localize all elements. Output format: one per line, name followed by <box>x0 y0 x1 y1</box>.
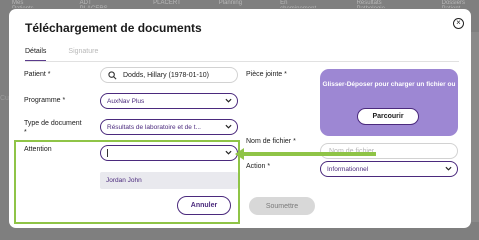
chevron-down-icon <box>225 98 232 103</box>
bg-tab: Planning <box>218 0 243 6</box>
attachment-label: Pièce jointe * <box>246 71 287 78</box>
annotation-arrow <box>243 152 376 156</box>
bg-tab: En cheminement <box>280 0 316 8</box>
bg-tab: PLACERT <box>153 0 181 6</box>
annotation-arrow-head <box>235 148 244 160</box>
chevron-down-icon <box>225 124 232 129</box>
tab-details[interactable]: Détails <box>25 48 47 61</box>
dropzone-text: Glisser-Déposer pour charger un fichier … <box>322 81 456 88</box>
bg-tab: ADT PLACERS <box>79 0 108 8</box>
search-icon <box>108 70 117 79</box>
background-tabs: Mes Patients ADT PLACERS PLACERT Plannin… <box>0 0 479 8</box>
action-label: Action * <box>246 163 271 170</box>
programme-label: Programme * <box>24 97 66 104</box>
highlight-box <box>14 140 240 224</box>
upload-documents-modal: Téléchargement de documents × Détails Si… <box>9 9 471 228</box>
bg-tab: Mes Patients <box>12 0 34 8</box>
document-type-select[interactable]: Résultats de laboratoire et de t... <box>100 119 238 135</box>
action-value: Informationnel <box>327 165 369 173</box>
modal-title: Téléchargement de documents <box>25 21 202 35</box>
close-icon: × <box>456 18 461 27</box>
programme-select[interactable]: AuxNav Plus <box>100 93 238 109</box>
close-button[interactable]: × <box>453 18 464 29</box>
modal-tabs: Détails Signature <box>25 48 98 61</box>
browse-button[interactable]: Parcourir <box>357 108 419 125</box>
file-dropzone[interactable]: Glisser-Déposer pour charger un fichier … <box>320 69 458 136</box>
bg-tab: Résultats Pathologie <box>356 0 385 8</box>
patient-search-input[interactable]: Dodds, Hillary (1978-01-10) <box>100 67 238 83</box>
action-select[interactable]: Informationnel <box>320 161 458 177</box>
filename-input[interactable]: Nom de fichier <box>320 143 458 159</box>
document-type-value: Résultats de laboratoire et de t... <box>107 123 201 131</box>
programme-value: AuxNav Plus <box>107 97 145 105</box>
chevron-down-icon <box>445 166 452 171</box>
background-left-text: Cu <box>0 95 9 102</box>
filename-label: Nom de fichier * <box>246 138 296 145</box>
tab-signature[interactable]: Signature <box>68 48 98 61</box>
patient-value: Dodds, Hillary (1978-01-10) <box>123 71 209 79</box>
tabs-divider <box>25 61 459 62</box>
document-type-label: Type de document * <box>24 120 82 136</box>
patient-label: Patient * <box>24 71 51 78</box>
submit-button[interactable]: Soumettre <box>249 197 315 215</box>
bg-tab: Dossiers Patient <box>441 0 465 8</box>
